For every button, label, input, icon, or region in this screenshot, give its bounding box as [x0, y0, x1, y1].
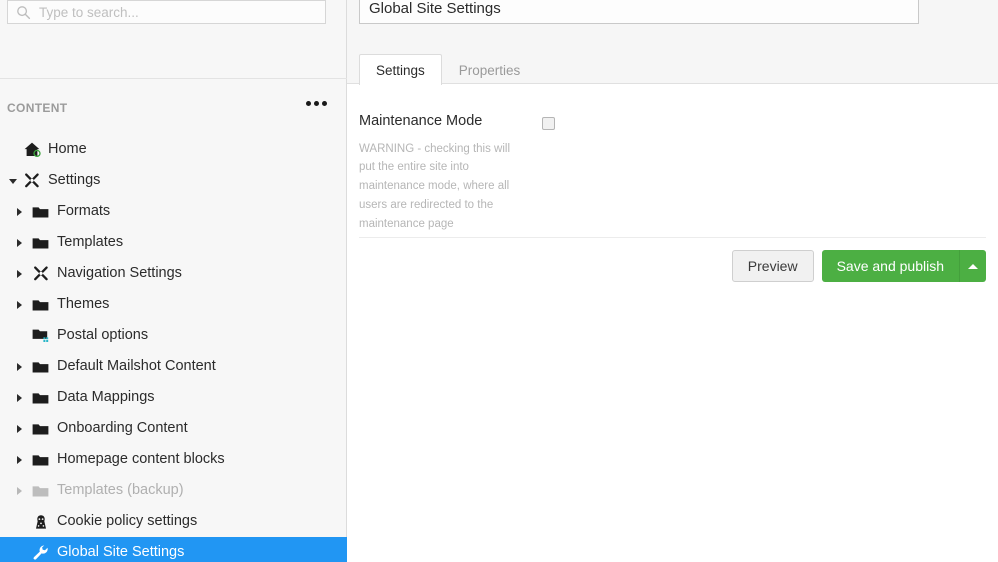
sidebar: CONTENT Home Settings Formats Templates Navi… — [0, 0, 347, 562]
settings-icon — [31, 265, 50, 283]
sidebar-divider — [0, 78, 347, 79]
tree-item-label: Postal options — [57, 327, 149, 344]
chevron-down-icon[interactable] — [8, 175, 20, 187]
tab-properties[interactable]: Properties — [442, 54, 538, 86]
ellipsis-icon[interactable] — [304, 97, 329, 110]
tree-item-onboarding-content[interactable]: Onboarding Content — [0, 413, 347, 444]
tree-item-label: Templates — [57, 234, 124, 251]
chevron-right-icon[interactable] — [14, 392, 26, 404]
tree-item-label: Formats — [57, 203, 111, 220]
tree-item-label: Themes — [57, 296, 110, 313]
caret-spacer — [14, 547, 26, 559]
main-header: SettingsProperties — [347, 0, 998, 85]
folder-icon — [31, 358, 50, 376]
caret-spacer — [14, 330, 26, 342]
tree-item-label: Navigation Settings — [57, 265, 182, 282]
tree-item-label: Onboarding Content — [57, 420, 188, 437]
tab-bar: Settings Properties — [359, 53, 537, 85]
chevron-right-icon[interactable] — [14, 485, 26, 497]
tree-item-templates[interactable]: Templates — [0, 227, 347, 258]
maintenance-mode-checkbox[interactable] — [542, 117, 555, 130]
tree-item-label: Cookie policy settings — [57, 513, 198, 530]
caret-spacer — [8, 144, 20, 156]
tree-item-themes[interactable]: Themes — [0, 289, 347, 320]
app-root: CONTENT Home Settings Formats Templates Navi… — [0, 0, 998, 562]
search-container — [7, 0, 326, 24]
field-description: WARNING - checking this will put the ent… — [359, 142, 511, 231]
tree-item-templates-backup[interactable]: Templates (backup) — [0, 475, 347, 506]
settings-icon — [22, 172, 41, 190]
main-panel: SettingsProperties Maintenance Mode WARNI… — [347, 0, 998, 562]
chevron-right-icon[interactable] — [14, 237, 26, 249]
save-and-publish-button[interactable]: Save and publish — [821, 250, 959, 283]
search-icon — [16, 5, 31, 20]
tree-item-label: Settings — [48, 172, 101, 189]
home-icon — [22, 141, 41, 159]
folder-icon — [31, 451, 50, 469]
wrench-icon — [31, 544, 50, 562]
settings-form: Maintenance Mode WARNING - checking this … — [347, 85, 998, 283]
field-row: Maintenance Mode WARNING - checking this … — [347, 85, 998, 234]
caret-spacer — [14, 516, 26, 528]
chevron-right-icon[interactable] — [14, 423, 26, 435]
chevron-right-icon[interactable] — [14, 299, 26, 311]
tree-item-navigation-settings[interactable]: Navigation Settings — [0, 258, 347, 289]
tree-item-homepage-content-blocks[interactable]: Homepage content blocks — [0, 444, 347, 475]
page-title-input[interactable] — [359, 0, 919, 24]
tree-item-label: Global Site Settings — [57, 544, 185, 561]
tree-item-data-mappings[interactable]: Data Mappings — [0, 382, 347, 413]
folder-icon — [31, 203, 50, 221]
tree-item-settings[interactable]: Settings — [0, 165, 347, 196]
content-section-title: CONTENT — [7, 100, 68, 115]
tree-item-label: Home — [48, 141, 87, 158]
folder-icon — [31, 296, 50, 314]
field-list: Maintenance Mode WARNING - checking this … — [347, 85, 998, 234]
caret-up-icon[interactable] — [959, 250, 986, 283]
tree-item-postal-options[interactable]: Postal options — [0, 320, 347, 351]
tree-item-cookie-policy-settings[interactable]: Cookie policy settings — [0, 506, 347, 537]
folder-icon — [31, 420, 50, 438]
content-section-header: CONTENT — [0, 93, 347, 122]
tree-item-default-mailshot-content[interactable]: Default Mailshot Content — [0, 351, 347, 382]
form-actions: Preview Save and publish — [347, 250, 986, 283]
search-input[interactable] — [8, 1, 325, 23]
folder-icon — [31, 482, 50, 500]
content-tree: Home Settings Formats Templates Navigation S… — [0, 134, 347, 562]
folder-dots-icon — [31, 327, 50, 345]
tree-item-label: Homepage content blocks — [57, 451, 225, 468]
search-box[interactable] — [7, 0, 326, 24]
tree-item-label: Templates (backup) — [57, 482, 184, 499]
tree-item-label: Data Mappings — [57, 389, 155, 406]
field-label: Maintenance Mode — [359, 113, 483, 129]
cookie-icon — [31, 513, 50, 531]
save-split-button: Save and publish — [821, 250, 986, 283]
tab-settings[interactable]: Settings — [359, 53, 442, 85]
folder-icon — [31, 389, 50, 407]
tree-item-formats[interactable]: Formats — [0, 196, 347, 227]
field-label-column: Maintenance Mode WARNING - checking this … — [359, 114, 531, 234]
tree-item-home[interactable]: Home — [0, 134, 347, 165]
folder-icon — [31, 234, 50, 252]
chevron-right-icon[interactable] — [14, 361, 26, 373]
tree-item-global-site-settings[interactable]: Global Site Settings — [0, 537, 347, 562]
preview-button[interactable]: Preview — [731, 250, 814, 283]
chevron-right-icon[interactable] — [14, 206, 26, 218]
field-control-column — [531, 114, 555, 234]
chevron-right-icon[interactable] — [14, 268, 26, 280]
tree-item-label: Default Mailshot Content — [57, 358, 216, 375]
form-divider — [359, 237, 986, 238]
chevron-right-icon[interactable] — [14, 454, 26, 466]
